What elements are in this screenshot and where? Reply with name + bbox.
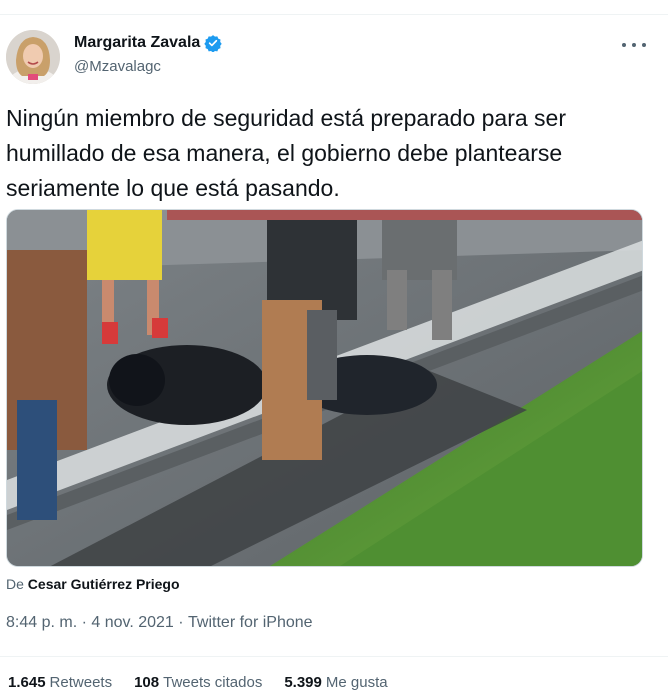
likes-count: 5.399 — [284, 674, 322, 691]
retweets-stat[interactable]: 1.645 Retweets — [8, 674, 112, 691]
quote-tweets-count: 108 — [134, 674, 160, 691]
tweet-metadata: 8:44 p. m. · 4 nov. 2021 · Twitter for i… — [6, 614, 313, 632]
meta-separator: · — [173, 614, 189, 631]
quote-tweets-stat[interactable]: 108 Tweets citados — [134, 674, 262, 691]
attribution-prefix: De — [6, 576, 24, 592]
author-name-row[interactable]: Margarita Zavala — [74, 34, 222, 53]
retweets-count: 1.645 — [8, 674, 46, 691]
likes-label: Me gusta — [325, 674, 388, 691]
tweet-time[interactable]: 8:44 p. m. — [6, 614, 77, 632]
media-attribution: De Cesar Gutiérrez Priego — [6, 576, 180, 592]
quote-tweets-label: Tweets citados — [163, 674, 263, 691]
likes-stat[interactable]: 5.399 Me gusta — [284, 674, 387, 691]
meta-separator: · — [77, 614, 92, 631]
author-handle[interactable]: @Mzavalagc — [74, 58, 161, 75]
more-options-icon[interactable] — [622, 36, 646, 54]
tweet-date[interactable]: 4 nov. 2021 — [91, 614, 173, 632]
author-display-name[interactable]: Margarita Zavala — [74, 34, 200, 52]
verified-badge-icon — [204, 34, 222, 53]
stats-divider — [0, 656, 668, 657]
attribution-author[interactable]: Cesar Gutiérrez Priego — [28, 576, 180, 592]
tweet-source[interactable]: Twitter for iPhone — [188, 614, 313, 632]
avatar[interactable] — [6, 30, 60, 84]
retweets-label: Retweets — [49, 674, 113, 691]
tweet-text: Ningún miembro de seguridad está prepara… — [6, 105, 566, 201]
top-divider — [0, 14, 668, 15]
tweet-video[interactable] — [6, 209, 643, 567]
tweet-stats: 1.645 Retweets 108 Tweets citados 5.399 Me … — [8, 674, 410, 691]
